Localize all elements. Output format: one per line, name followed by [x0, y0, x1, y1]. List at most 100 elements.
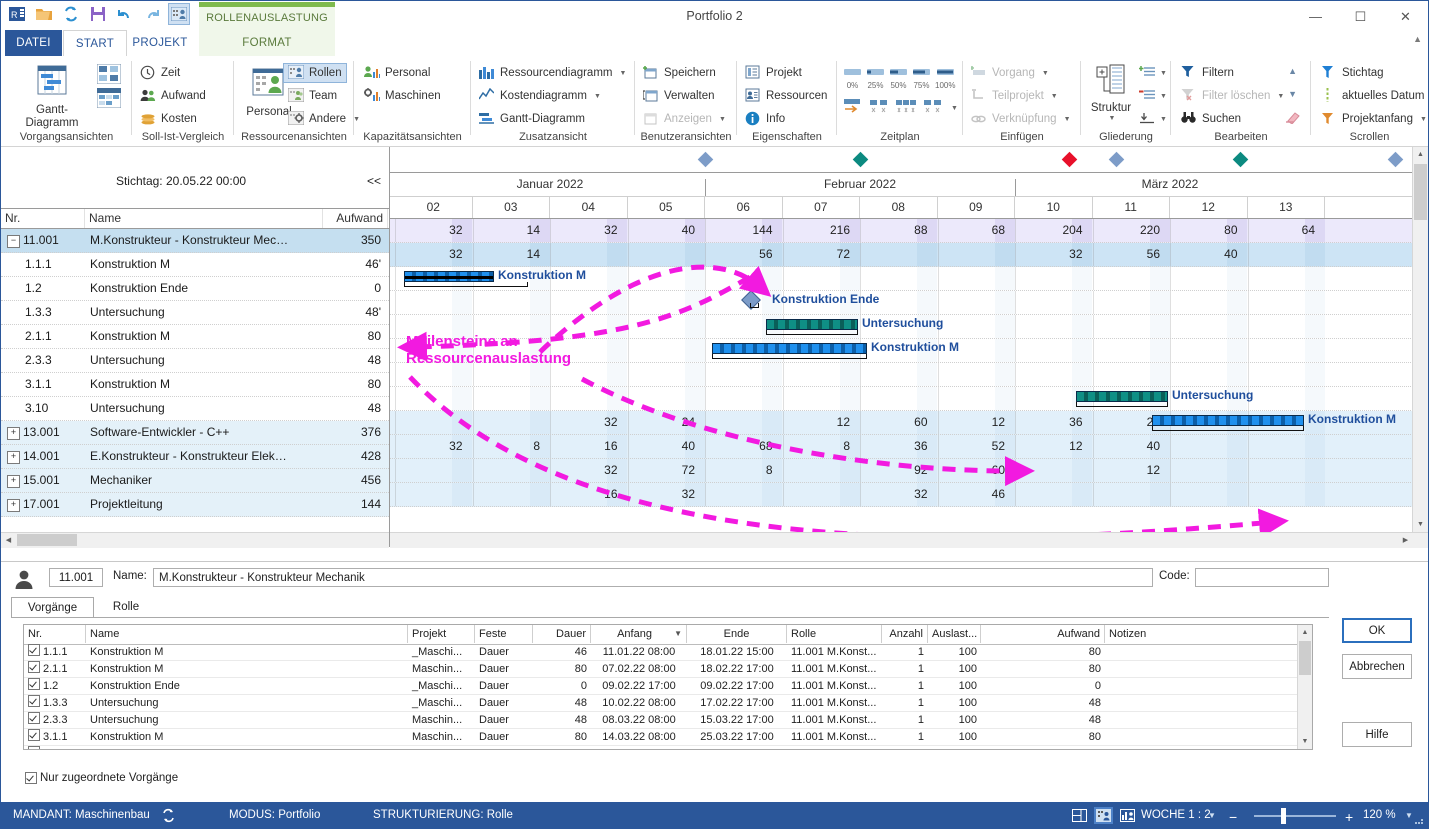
chevron-down-icon[interactable]: ▼ [1109, 115, 1116, 122]
outline-add-button[interactable]: ▼ [1138, 65, 1167, 82]
task-checkbox[interactable] [28, 712, 40, 724]
progress-50-button[interactable]: 50% [889, 66, 908, 90]
collapse-pane-button[interactable]: << [367, 174, 381, 188]
aufwand-button[interactable]: Aufwand [140, 88, 206, 104]
only-assigned-checkbox[interactable]: Nur zugeordnete Vorgänge [25, 772, 178, 784]
task-column-header[interactable]: Feste [475, 625, 533, 643]
personal-capacity-button[interactable]: Personal [364, 65, 430, 81]
scroll-left-arrow-icon[interactable]: ◀ [1, 533, 16, 547]
milestone-red-1[interactable] [1061, 151, 1078, 168]
speichern-view-button[interactable]: Speichern [643, 65, 716, 81]
task-column-header[interactable]: Rolle [787, 625, 882, 643]
chevron-down-icon[interactable]: ▼ [620, 70, 627, 77]
milestone-blue-2[interactable] [1108, 151, 1125, 168]
tab-projekt[interactable]: PROJEKT [127, 30, 193, 56]
indent-schedule-icon[interactable] [843, 98, 863, 118]
suchen-button[interactable]: Suchen [1181, 111, 1241, 127]
gantt-diagramm-button[interactable]: Gantt-Diagramm [19, 64, 85, 129]
projektanfang-button[interactable]: Projektanfang ▼ [1321, 111, 1427, 127]
task-table-scrollbar[interactable]: ▲ ▼ [1297, 625, 1312, 749]
zoom-slider-thumb[interactable] [1281, 808, 1286, 824]
zoom-slider[interactable] [1254, 815, 1336, 817]
eraser-icon[interactable] [1285, 110, 1301, 127]
task-row[interactable]: 1.3.3 Untersuchung _Maschi... Dauer 48 10.02.… [24, 695, 1298, 712]
scroll-down-arrow-icon[interactable]: ▼ [1413, 517, 1428, 532]
chevron-down-icon[interactable]: ▼ [1160, 116, 1167, 123]
help-button[interactable]: Hilfe [1342, 722, 1412, 747]
gantt-horizontal-scrollbar[interactable]: ▶ [390, 532, 1428, 548]
ok-button[interactable]: OK [1342, 618, 1412, 643]
milestone-blue-1[interactable] [697, 151, 714, 168]
ressourcendiagramm-button[interactable]: Ressourcendiagramm ▼ [479, 65, 626, 81]
table-row[interactable]: +15.001 Mechaniker 456 [1, 469, 389, 493]
struktur-button[interactable]: Struktur ▼ [1085, 64, 1137, 122]
table-horizontal-scrollbar[interactable]: ◀ [1, 532, 389, 548]
collapse-ribbon-button[interactable]: ▲ [1413, 34, 1422, 44]
maschinen-button[interactable]: Maschinen [364, 88, 441, 104]
task-checkbox[interactable] [28, 729, 40, 741]
outline-collapse-button[interactable]: ▼ [1139, 111, 1167, 128]
task-row[interactable]: 2.1.1 Konstruktion M Maschin... Dauer 80 07.0… [24, 661, 1298, 678]
task-column-header[interactable]: Name [86, 625, 408, 643]
sort-descending-icon[interactable]: ▼ [674, 625, 682, 643]
zoom-out-button[interactable]: − [1229, 809, 1237, 825]
chevron-down-icon[interactable]: ▼ [951, 105, 958, 112]
zeit-button[interactable]: Zeit [140, 65, 180, 81]
code-field[interactable] [1195, 568, 1329, 587]
column-header-nr[interactable]: Nr. [1, 209, 85, 228]
outline-remove-button[interactable]: ▼ [1138, 88, 1167, 105]
chevron-down-icon[interactable]: ▼ [1160, 70, 1167, 77]
table-row[interactable]: 3.10 Untersuchung 48 [1, 397, 389, 421]
chevron-down-icon[interactable]: ▼ [1160, 93, 1167, 100]
gantt-vertical-scrollbar[interactable]: ▲ ▼ [1412, 147, 1428, 532]
gantt-bar-untersuchung-1[interactable] [766, 319, 858, 330]
tab-start[interactable]: START [63, 30, 127, 58]
resource-id-field[interactable]: 11.001 [49, 568, 103, 587]
gantt-zusatz-button[interactable]: Gantt-Diagramm [479, 111, 585, 127]
chevron-down-icon[interactable]: ▼ [1420, 116, 1427, 123]
chevron-down-icon[interactable]: ▼ [594, 93, 601, 100]
info-button[interactable]: Info [745, 111, 785, 127]
task-checkbox[interactable] [28, 746, 40, 749]
task-column-header[interactable]: Ende [687, 625, 787, 643]
maximize-button[interactable]: ☐ [1338, 1, 1383, 32]
task-column-header[interactable]: Auslast... [928, 625, 981, 643]
view-chart-icon[interactable] [1118, 807, 1137, 824]
scale-dropdown-icon[interactable]: ▼ [1208, 811, 1216, 820]
view-list-icon[interactable] [1070, 807, 1089, 824]
task-checkbox[interactable] [28, 695, 40, 707]
close-button[interactable]: ✕ [1383, 1, 1428, 32]
tab-vorgaenge[interactable]: Vorgänge [11, 597, 94, 618]
scroll-right-arrow-icon[interactable]: ▶ [1398, 533, 1413, 547]
task-column-header[interactable]: Dauer [533, 625, 591, 643]
task-checkbox[interactable] [28, 678, 40, 690]
task-row[interactable]: 2.3.3 Untersuchung Maschin... Dauer 48 08.03.… [24, 712, 1298, 729]
ressourcen-button[interactable]: Ressourcen [745, 88, 827, 104]
zoom-dropdown-icon[interactable]: ▼ [1405, 811, 1413, 820]
minimize-button[interactable]: — [1293, 1, 1338, 32]
progress-100-button[interactable]: 100% [935, 66, 955, 90]
column-header-aufwand[interactable]: Aufwand [323, 209, 388, 228]
task-column-header[interactable]: Projekt [408, 625, 475, 643]
filtern-button[interactable]: Filtern [1181, 65, 1234, 81]
progress-0-button[interactable]: 0% [843, 66, 862, 90]
milestone-teal-2[interactable] [1232, 151, 1249, 168]
table-row[interactable]: 1.1.1 Konstruktion M 46' [1, 253, 389, 277]
gantt-bar-konstruktion-m-2[interactable] [712, 343, 867, 354]
team-button[interactable]: Team [284, 87, 341, 105]
task-row[interactable]: 1.1.1 Konstruktion M _Maschi... Dauer 46 11.0… [24, 644, 1298, 661]
aktuelles-datum-button[interactable]: aktuelles Datum [1321, 88, 1424, 104]
zoom-in-button[interactable]: + [1345, 809, 1353, 825]
task-checkbox[interactable] [28, 661, 40, 673]
task-checkbox[interactable] [28, 644, 40, 656]
table-row[interactable]: +14.001 E.Konstrukteur - Konstrukteur Ele… [1, 445, 389, 469]
gantt-bar-konstruktion-m-3[interactable] [1152, 415, 1304, 426]
table-row[interactable]: 1.3.3 Untersuchung 48' [1, 301, 389, 325]
stichtag-button[interactable]: Stichtag [1321, 65, 1384, 81]
cancel-button[interactable]: Abbrechen [1342, 654, 1412, 679]
level-all-icon[interactable] [895, 98, 917, 118]
table-row[interactable]: 1.2 Konstruktion Ende 0 [1, 277, 389, 301]
tab-format[interactable]: FORMAT [199, 30, 335, 56]
gantt-bar-konstruktion-m-1[interactable] [404, 271, 494, 282]
verwalten-view-button[interactable]: Verwalten [642, 88, 715, 104]
